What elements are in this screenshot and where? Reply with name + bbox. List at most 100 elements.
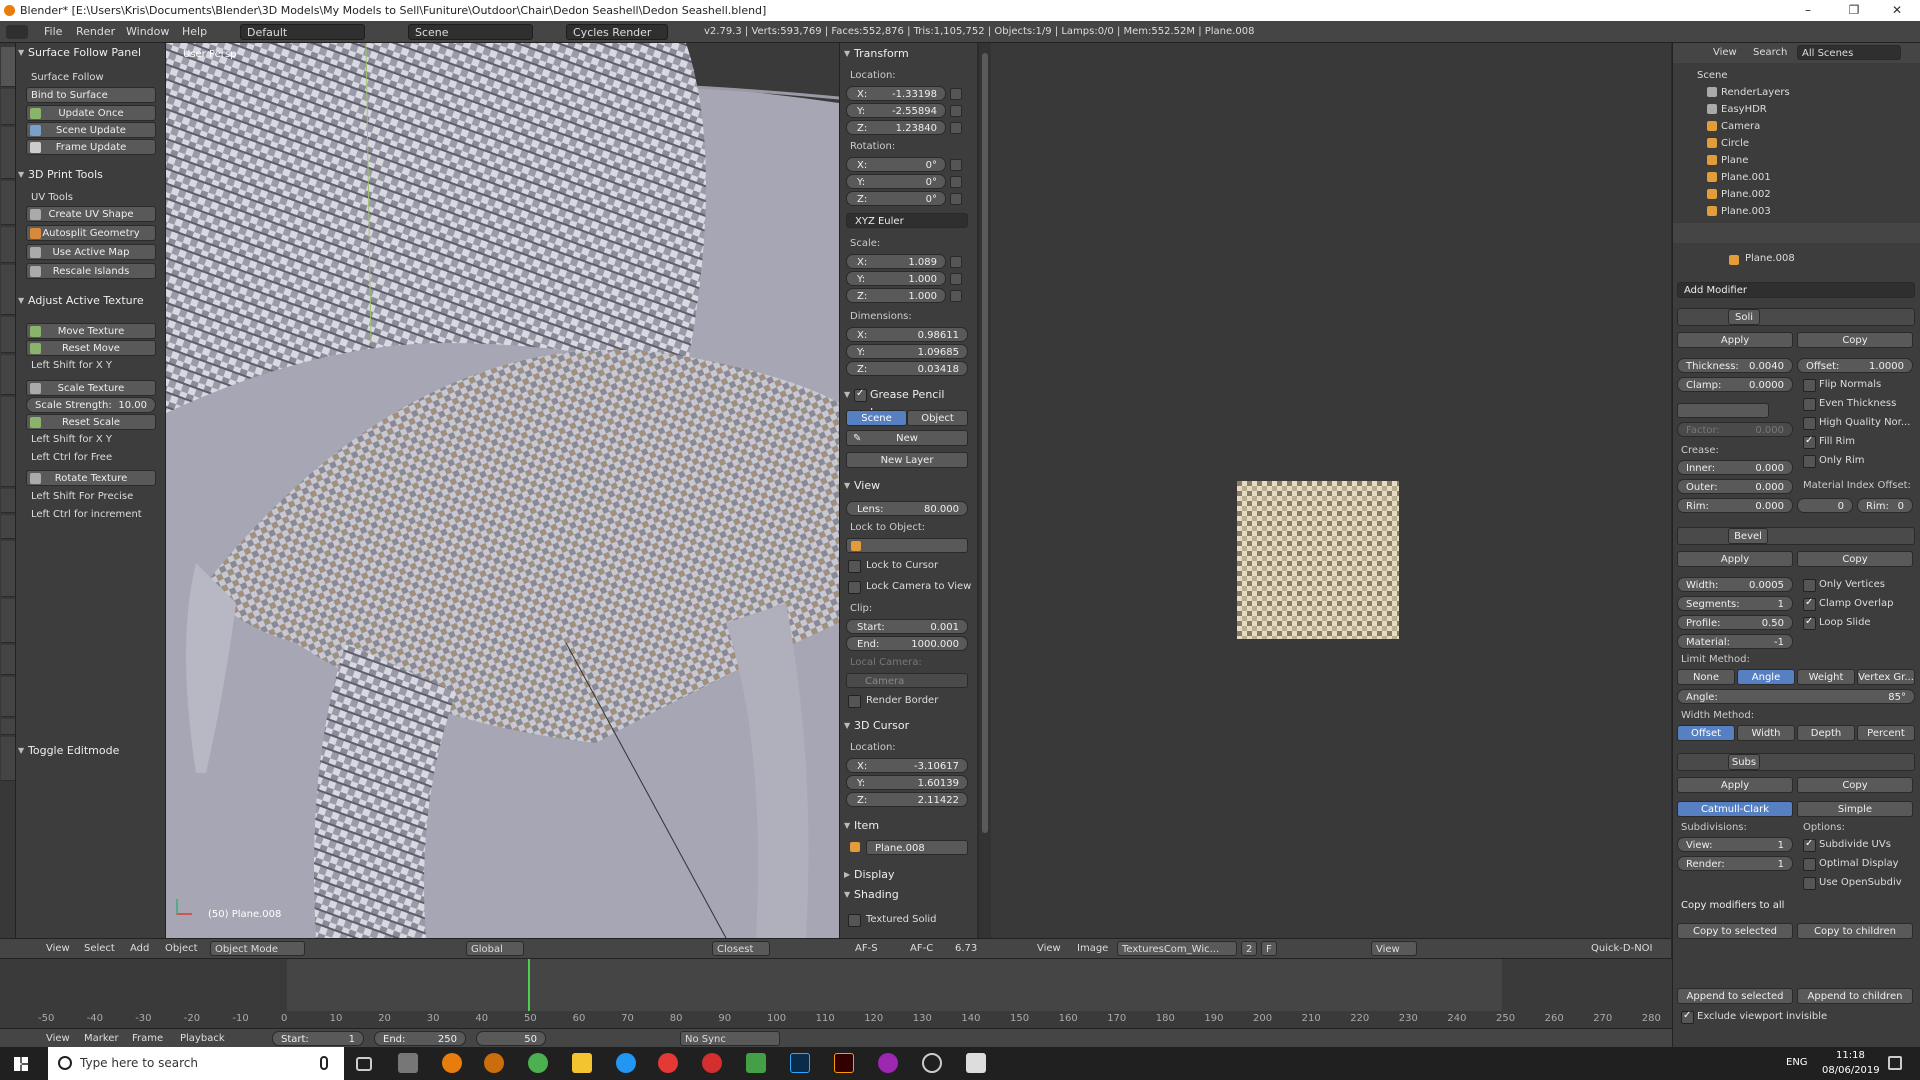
- outliner-row-easyhdr[interactable]: EasyHDR: [1673, 101, 1920, 118]
- end-frame-field[interactable]: End: 250: [374, 1031, 466, 1046]
- tab-flip-fluids[interactable]: [1, 737, 15, 781]
- high-quality-normals-checkbox[interactable]: High Quality Nor...: [1803, 416, 1910, 430]
- tab-display-2[interactable]: [1, 599, 15, 643]
- maximize-button[interactable]: ❐: [1831, 0, 1877, 21]
- lock-icon[interactable]: [950, 159, 962, 171]
- 3d-viewport[interactable]: User Persp (50) Plane.008: [166, 43, 839, 938]
- app-red-icon[interactable]: [658, 1053, 678, 1073]
- fill-rim-checkbox[interactable]: Fill Rim: [1803, 434, 1855, 449]
- limit-weight-option[interactable]: Weight: [1797, 669, 1855, 685]
- play-store-icon[interactable]: [746, 1053, 766, 1073]
- file-explorer-icon[interactable]: [572, 1053, 592, 1073]
- copy-modifiers-header[interactable]: Copy modifiers to all: [1681, 900, 1784, 911]
- bevel-segments-field[interactable]: Segments: 1: [1677, 596, 1793, 611]
- view-menu[interactable]: View: [46, 941, 70, 956]
- grease-pencil-toggle[interactable]: [854, 387, 868, 402]
- lock-icon[interactable]: [950, 193, 962, 205]
- bevel-name-field[interactable]: Bevel: [1728, 528, 1768, 544]
- solidify-name-field[interactable]: Soli: [1728, 309, 1760, 325]
- menu-render[interactable]: Render: [76, 21, 115, 42]
- menu-window[interactable]: Window: [126, 21, 169, 42]
- panel-scrollbar[interactable]: [979, 43, 991, 938]
- close-button[interactable]: ✕: [1874, 0, 1920, 21]
- location-x-field[interactable]: X: -1.33198: [846, 86, 946, 101]
- image-viewer-icon[interactable]: [966, 1053, 986, 1073]
- bevel-modifier-header[interactable]: Bevel: [1677, 527, 1915, 545]
- clamp-field[interactable]: Clamp: 0.0000: [1677, 377, 1793, 392]
- subsurf-copy-button[interactable]: Copy: [1797, 777, 1913, 793]
- grease-new-button[interactable]: ✎ New: [846, 430, 968, 446]
- image-datablock-field[interactable]: TexturesCom_Wic...: [1117, 941, 1237, 956]
- tab-tools[interactable]: [1, 47, 15, 87]
- tab-extended[interactable]: [1, 541, 15, 597]
- outliner-row-renderlayers[interactable]: RenderLayers: [1673, 84, 1920, 101]
- rotation-mode-dropdown[interactable]: XYZ Euler: [846, 213, 968, 228]
- marker-menu[interactable]: Marker: [84, 1031, 119, 1046]
- autosplit-geometry-button[interactable]: Autosplit Geometry: [26, 225, 156, 241]
- bevel-apply-button[interactable]: Apply: [1677, 551, 1793, 567]
- item-header[interactable]: Item: [842, 817, 879, 835]
- layout-dropdown[interactable]: Default: [240, 24, 365, 40]
- clip-end-field[interactable]: End: 1000.000: [846, 636, 968, 651]
- globe-app-icon[interactable]: [922, 1053, 942, 1073]
- object-menu[interactable]: Object: [165, 941, 198, 956]
- blender-alt-icon[interactable]: [484, 1053, 504, 1073]
- solidify-apply-button[interactable]: Apply: [1677, 332, 1793, 348]
- task-view-icon[interactable]: [356, 1057, 372, 1071]
- reset-scale-button[interactable]: Reset Scale: [26, 414, 156, 430]
- scale-z-field[interactable]: Z: 1.000: [846, 288, 946, 303]
- only-rim-checkbox[interactable]: Only Rim: [1803, 454, 1865, 468]
- simple-option[interactable]: Simple: [1797, 801, 1913, 817]
- tab-chocofur[interactable]: [1, 397, 15, 487]
- outliner-row-scene[interactable]: Scene: [1673, 67, 1920, 84]
- current-frame-line[interactable]: [528, 959, 530, 1011]
- menu-help[interactable]: Help: [182, 21, 207, 42]
- dimensions-y-field[interactable]: Y: 1.09685: [846, 344, 968, 359]
- lock-icon[interactable]: [950, 256, 962, 268]
- outliner-row-plane003[interactable]: Plane.003: [1673, 203, 1920, 219]
- fake-user-button[interactable]: F: [1261, 941, 1277, 956]
- tab-measureit[interactable]: [1, 489, 15, 513]
- bevel-material-field[interactable]: Material: -1: [1677, 634, 1793, 649]
- chrome-icon[interactable]: [528, 1053, 548, 1073]
- outliner-row-camera[interactable]: Camera: [1673, 118, 1920, 135]
- subsurf-modifier-header[interactable]: Subs: [1677, 753, 1915, 771]
- outliner-menu-view[interactable]: View: [1713, 45, 1737, 60]
- frame-menu[interactable]: Frame: [132, 1031, 163, 1046]
- panel-3d-print-header[interactable]: 3D Print Tools: [16, 165, 166, 185]
- clock-date[interactable]: 08/06/2019: [1822, 1065, 1880, 1076]
- thickness-field[interactable]: Thickness: 0.0040: [1677, 358, 1793, 373]
- material-offset-field[interactable]: 0: [1797, 498, 1853, 513]
- grease-object-tab[interactable]: Object: [907, 410, 968, 426]
- editor-type-icon[interactable]: [6, 25, 28, 39]
- panel-adjust-texture-header[interactable]: Adjust Active Texture: [16, 291, 166, 311]
- scene-dropdown[interactable]: Scene: [408, 24, 533, 40]
- limit-vertex-group-option[interactable]: Vertex Gr...: [1857, 669, 1915, 685]
- transform-header[interactable]: Transform: [842, 45, 909, 63]
- only-vertices-checkbox[interactable]: Only Vertices: [1803, 578, 1885, 592]
- menu-file[interactable]: File: [44, 21, 62, 42]
- width-offset-option[interactable]: Offset: [1677, 725, 1735, 741]
- view-header[interactable]: View: [842, 477, 880, 495]
- shading-header[interactable]: Shading: [842, 886, 899, 904]
- image-view-menu[interactable]: View: [1037, 941, 1061, 956]
- width-width-option[interactable]: Width: [1737, 725, 1795, 741]
- lock-icon[interactable]: [950, 176, 962, 188]
- outliner-menu-search[interactable]: Search: [1753, 45, 1787, 60]
- current-frame-field[interactable]: 50: [476, 1031, 546, 1046]
- add-modifier-dropdown[interactable]: Add Modifier: [1677, 282, 1915, 298]
- colorful-app-icon[interactable]: [878, 1053, 898, 1073]
- item-name-field[interactable]: Plane.008: [866, 840, 968, 855]
- rotation-z-field[interactable]: Z: 0°: [846, 191, 946, 206]
- width-percent-option[interactable]: Percent: [1857, 725, 1915, 741]
- lock-icon[interactable]: [950, 88, 962, 100]
- factor-field[interactable]: Factor: 0.000: [1677, 422, 1793, 437]
- subsurf-apply-button[interactable]: Apply: [1677, 777, 1793, 793]
- tab-easy-hdri[interactable]: [1, 355, 15, 395]
- minimize-button[interactable]: –: [1785, 0, 1831, 21]
- af-c-label[interactable]: AF-C: [910, 941, 933, 956]
- textured-solid-checkbox[interactable]: Textured Solid: [848, 913, 937, 927]
- tab-relations[interactable]: [1, 127, 15, 179]
- windows-start-icon[interactable]: [14, 1057, 28, 1071]
- rim-material-offset-field[interactable]: Rim: 0: [1857, 498, 1913, 513]
